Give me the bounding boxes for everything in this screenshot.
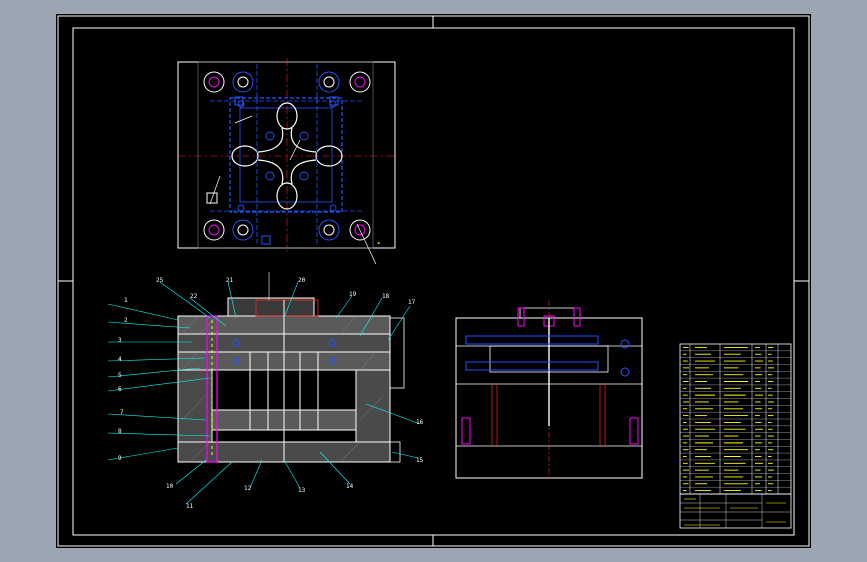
drawing-canvas[interactable]: * 1 2 3 4 5 6 7 8 9 25 22 21 20 19 18 17… [0, 0, 867, 562]
svg-text:25: 25 [156, 277, 164, 284]
svg-text:10: 10 [166, 483, 174, 490]
svg-text:7: 7 [120, 409, 124, 416]
svg-text:5: 5 [118, 372, 122, 379]
svg-text:4: 4 [118, 356, 122, 363]
cad-workspace: * 1 2 3 4 5 6 7 8 9 25 22 21 20 19 18 17… [0, 0, 867, 562]
svg-text:1: 1 [124, 297, 128, 304]
svg-text:6: 6 [118, 386, 122, 393]
svg-text:11: 11 [186, 503, 194, 510]
plan-note-mark: * [377, 241, 381, 248]
svg-text:2: 2 [124, 317, 128, 324]
svg-text:22: 22 [190, 293, 198, 300]
svg-text:9: 9 [118, 455, 122, 462]
svg-text:19: 19 [349, 291, 357, 298]
svg-text:14: 14 [346, 483, 354, 490]
svg-text:13: 13 [298, 487, 306, 494]
svg-text:17: 17 [408, 299, 416, 306]
svg-text:3: 3 [118, 337, 122, 344]
drawing-sheet [56, 14, 811, 548]
svg-text:20: 20 [298, 277, 306, 284]
svg-text:12: 12 [244, 485, 252, 492]
svg-text:15: 15 [416, 457, 424, 464]
svg-text:16: 16 [416, 419, 424, 426]
svg-text:21: 21 [226, 277, 234, 284]
svg-text:8: 8 [118, 428, 122, 435]
svg-text:18: 18 [382, 293, 390, 300]
